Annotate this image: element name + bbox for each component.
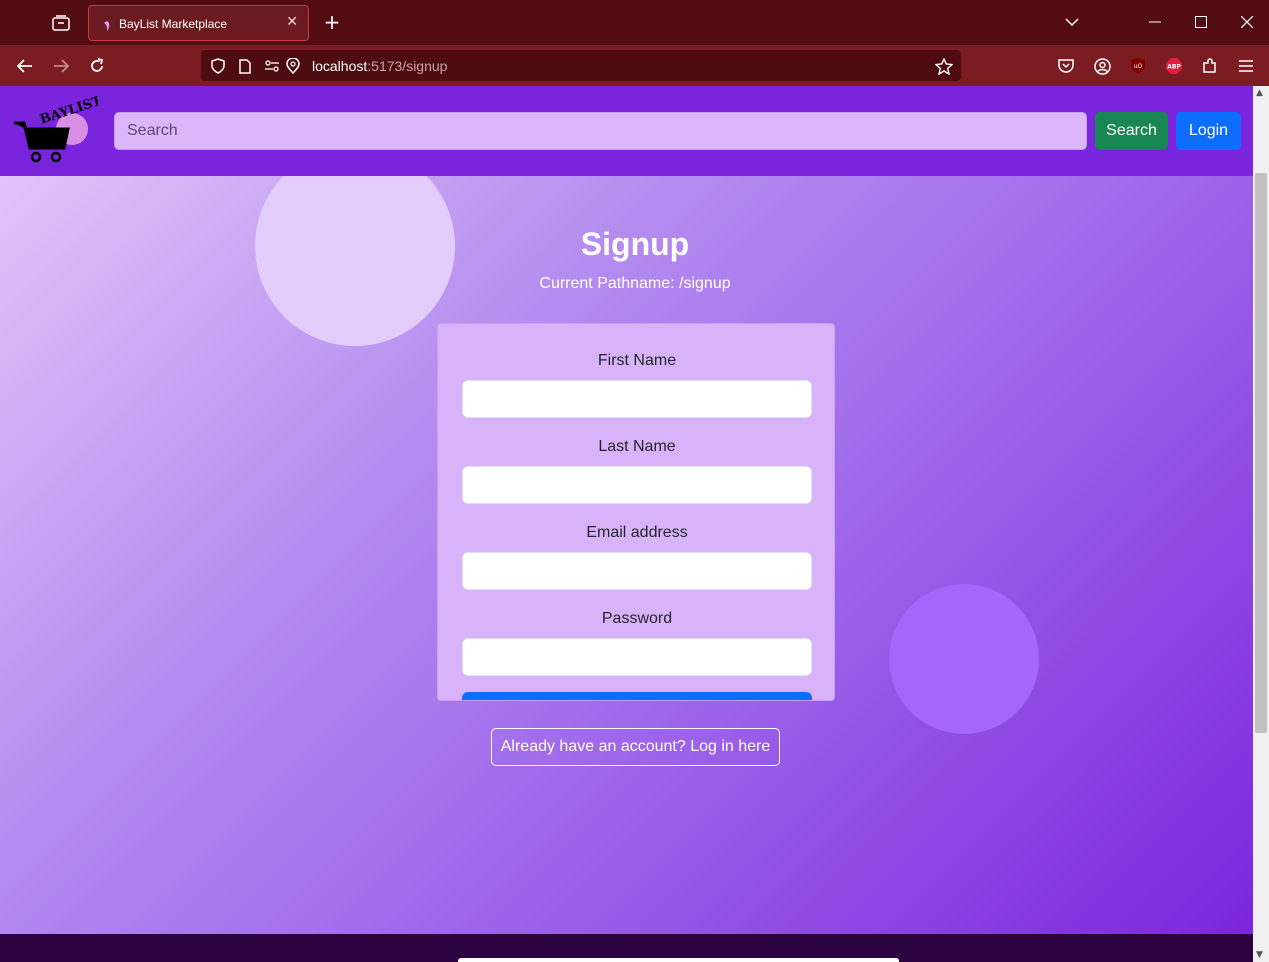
new-tab-icon[interactable]: +	[321, 10, 343, 34]
location-icon[interactable]	[284, 57, 302, 75]
scroll-thumb[interactable]	[1255, 173, 1267, 733]
footer-panel	[458, 958, 899, 962]
permissions-icon[interactable]	[263, 57, 281, 75]
pocket-icon[interactable]	[1054, 54, 1078, 78]
forward-icon[interactable]	[48, 53, 74, 79]
tab-title: BayList Marketplace	[119, 17, 228, 31]
page-title: Signup	[580, 226, 690, 262]
browser-tab-bar: BayList Marketplace ✕ +	[0, 0, 1269, 45]
email-field[interactable]	[462, 552, 812, 590]
signup-form: First Name Last Name Email address Passw…	[437, 323, 835, 701]
url-host: localhost	[312, 58, 368, 74]
shield-icon[interactable]	[209, 57, 227, 75]
extensions-icon[interactable]	[1198, 54, 1222, 78]
login-link-button[interactable]: Already have an account? Log in here	[491, 728, 780, 766]
last-name-label: Last Name	[598, 438, 676, 455]
adblock-plus-icon[interactable]: ABP	[1162, 54, 1186, 78]
page-icon	[236, 57, 254, 75]
url-bar[interactable]: localhost:5173/signup	[201, 50, 961, 81]
close-window-icon[interactable]	[1235, 10, 1259, 34]
search-input[interactable]	[114, 112, 1087, 150]
close-tab-icon[interactable]: ✕	[286, 14, 298, 30]
site-footer	[0, 934, 1253, 962]
page-scrollbar[interactable]: ▲ ▼	[1253, 86, 1269, 962]
first-name-field[interactable]	[462, 380, 812, 418]
signup-submit-button[interactable]	[462, 692, 812, 700]
reload-icon[interactable]	[84, 53, 110, 79]
password-field[interactable]	[462, 638, 812, 676]
page-viewport: BAYLIST Search Login Signup Current Path…	[0, 86, 1253, 962]
url-text: localhost:5173/signup	[312, 58, 447, 74]
login-button[interactable]: Login	[1176, 112, 1241, 150]
password-label: Password	[601, 610, 673, 627]
browser-nav-bar: localhost:5173/signup uO ABP	[0, 45, 1269, 86]
first-name-label: First Name	[597, 352, 677, 369]
tab-list-icon[interactable]	[48, 11, 74, 35]
decorative-circle	[889, 584, 1039, 734]
url-path: :5173/signup	[367, 58, 448, 74]
baylist-logo[interactable]: BAYLIST	[12, 94, 104, 168]
bookmark-star-icon[interactable]	[935, 57, 953, 75]
email-label: Email address	[586, 524, 688, 541]
chevron-down-icon[interactable]	[1060, 10, 1084, 34]
current-pathname: Current Pathname: /signup	[539, 275, 731, 292]
last-name-field[interactable]	[462, 466, 812, 504]
scroll-down-icon[interactable]: ▼	[1256, 950, 1263, 960]
site-favicon-icon	[101, 17, 113, 31]
ublock-icon[interactable]: uO	[1126, 54, 1150, 78]
back-icon[interactable]	[12, 53, 38, 79]
minimize-icon[interactable]	[1143, 10, 1167, 34]
browser-tab[interactable]: BayList Marketplace ✕	[88, 5, 309, 41]
site-header: BAYLIST Search Login	[0, 86, 1253, 176]
account-icon[interactable]	[1090, 54, 1114, 78]
search-button[interactable]: Search	[1095, 112, 1168, 150]
svg-text:uO: uO	[1134, 63, 1143, 70]
maximize-icon[interactable]	[1189, 10, 1213, 34]
svg-text:ABP: ABP	[1167, 64, 1181, 71]
scroll-up-icon[interactable]: ▲	[1256, 88, 1263, 98]
menu-icon[interactable]	[1234, 54, 1258, 78]
